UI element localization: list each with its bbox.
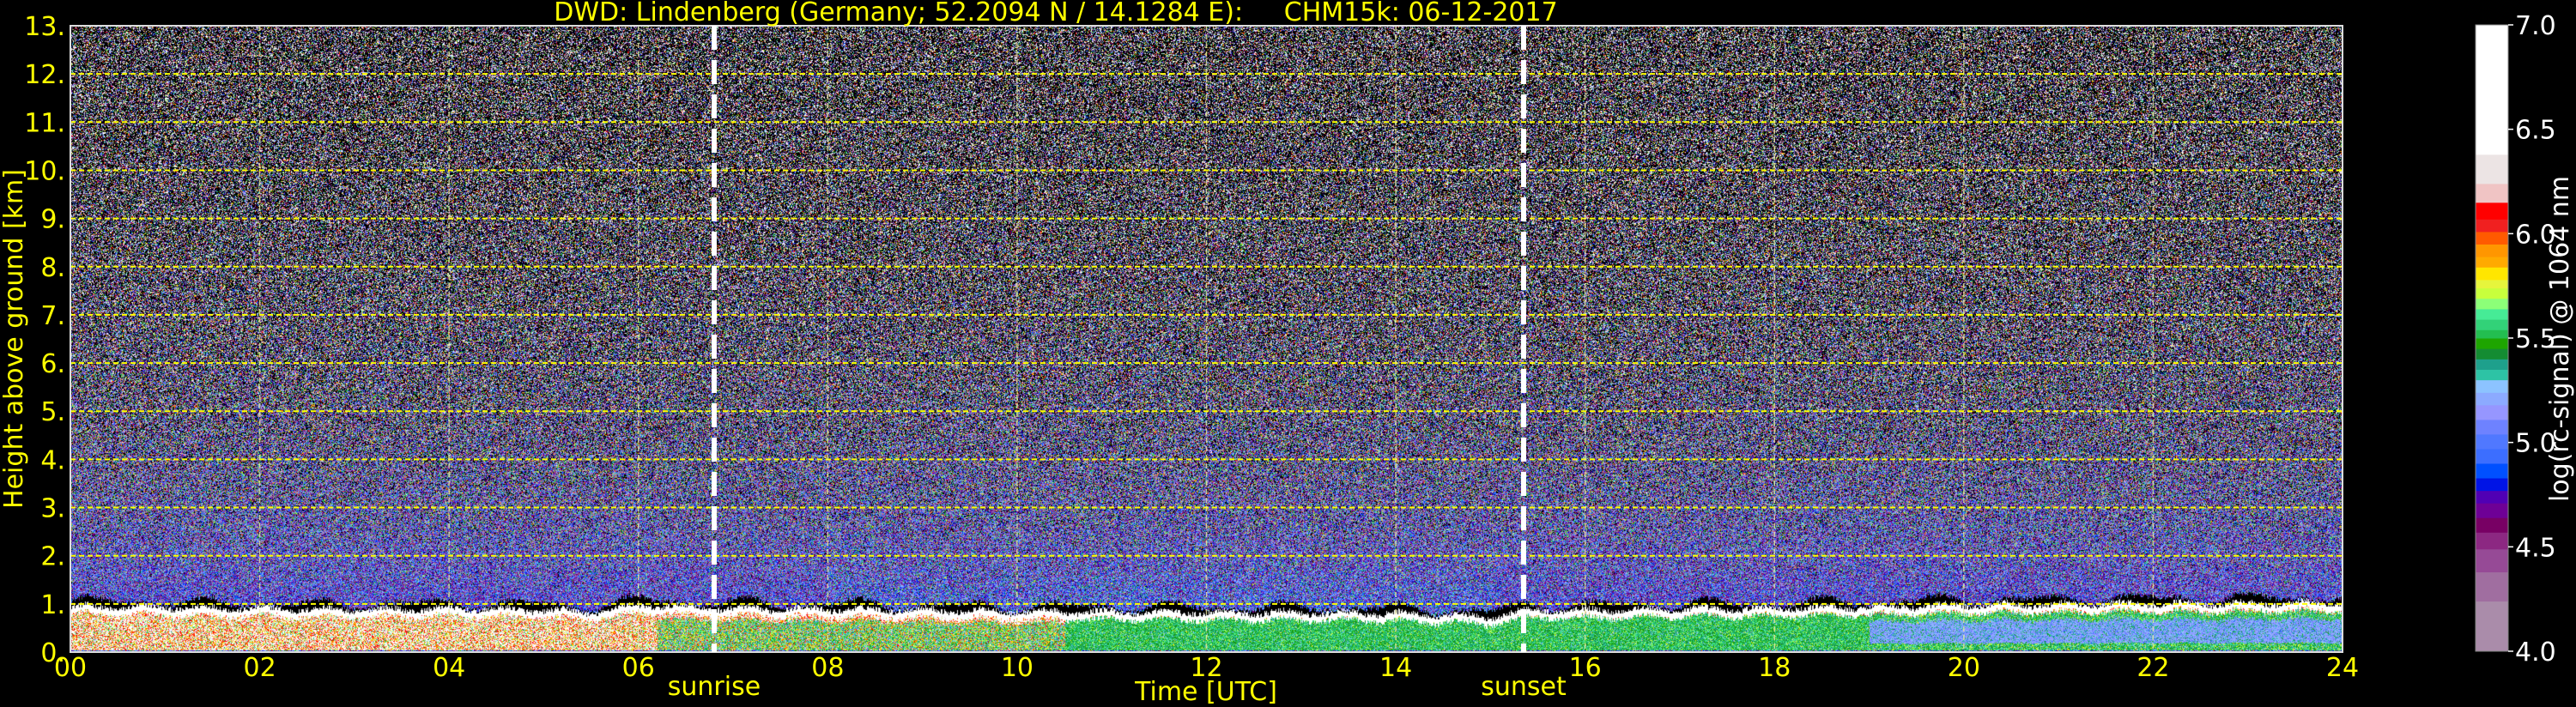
- x-tick-label: 10: [1001, 653, 1033, 683]
- colorbar-tick-label: 7.0: [2515, 11, 2556, 41]
- x-tick-label: 08: [811, 653, 844, 683]
- colorbar-bin: [2476, 448, 2508, 464]
- y-tick-label: 8.: [40, 253, 65, 283]
- x-tick-label: 22: [2137, 653, 2169, 683]
- colorbar-bin: [2476, 287, 2508, 299]
- colorbar-bin: [2476, 419, 2508, 435]
- colorbar-bin: [2476, 25, 2508, 155]
- y-tick-label: 9.: [40, 205, 65, 235]
- colorbar-bin: [2476, 463, 2508, 479]
- colorbar-bin: [2476, 202, 2508, 220]
- y-tick-label: 7.: [40, 301, 65, 331]
- y-tick-label: 0.: [40, 638, 65, 668]
- chart-overlay: sunrise sunset 00 02 04 06 08 10 12 14 16 18 20 22 24…: [0, 0, 2575, 707]
- y-tick-label: 5.: [40, 397, 65, 427]
- grid-lines: [70, 26, 2343, 652]
- y-tick-label: 10.: [24, 156, 65, 186]
- x-tick-label: 24: [2326, 653, 2359, 683]
- y-tick-label: 1.: [40, 590, 65, 620]
- colorbar-bin: [2476, 154, 2508, 184]
- colorbar-bin: [2476, 517, 2508, 533]
- x-tick-label: 16: [1569, 653, 1602, 683]
- y-axis-ticks: 0. 1. 2. 3. 4. 5. 6. 7. 8. 9. 10. 11. 12. 13.: [24, 12, 65, 668]
- colorbar-tick-label: 4.5: [2515, 533, 2556, 563]
- x-tick-label: 14: [1379, 653, 1412, 683]
- sunrise-label: sunrise: [668, 672, 761, 702]
- y-tick-label: 6.: [40, 349, 65, 379]
- colorbar-bin: [2476, 490, 2508, 504]
- colorbar-bin: [2476, 379, 2508, 393]
- colorbar-bin: [2476, 319, 2508, 330]
- colorbar-bin: [2476, 231, 2508, 245]
- colorbar-bin: [2476, 219, 2508, 233]
- colorbar-bin: [2476, 348, 2508, 360]
- colorbar-label: log(rc-signal) @ 1064 nm: [2545, 176, 2575, 502]
- y-tick-label: 3.: [40, 494, 65, 524]
- colorbar-bin: [2476, 532, 2508, 550]
- colorbar-tick-label: 6.5: [2515, 116, 2556, 146]
- colorbar-bin: [2476, 392, 2508, 406]
- colorbar-bin: [2476, 571, 2508, 602]
- x-tick-label: 02: [243, 653, 276, 683]
- colorbar-tick-label: 4.0: [2515, 638, 2556, 668]
- x-axis-label: Time [UTC]: [1134, 677, 1277, 707]
- colorbar-bin: [2476, 257, 2508, 268]
- colorbar-bin: [2476, 183, 2508, 203]
- colorbar-bin: [2476, 338, 2508, 349]
- colorbar-bin: [2476, 601, 2508, 652]
- y-tick-label: 12.: [24, 60, 65, 90]
- colorbar-bin: [2476, 359, 2508, 370]
- colorbar: [2475, 24, 2509, 652]
- colorbar-bin: [2476, 308, 2508, 320]
- colorbar-bin: [2476, 478, 2508, 492]
- colorbar-bin: [2476, 244, 2508, 257]
- sunset-label: sunset: [1481, 672, 1567, 702]
- x-tick-label: 06: [622, 653, 655, 683]
- y-tick-label: 11.: [24, 108, 65, 138]
- y-tick-label: 2.: [40, 542, 65, 572]
- colorbar-bin: [2476, 503, 2508, 518]
- colorbar-bin: [2476, 329, 2508, 339]
- colorbar-bin: [2476, 404, 2508, 420]
- y-axis-label: Height above ground [km]: [0, 169, 29, 509]
- colorbar-bin: [2476, 433, 2508, 450]
- y-tick-label: 4.: [40, 445, 65, 475]
- colorbar-bin: [2476, 298, 2508, 310]
- colorbar-bin: [2476, 279, 2508, 289]
- x-tick-label: 04: [433, 653, 465, 683]
- colorbar-bin: [2476, 369, 2508, 381]
- colorbar-bin: [2476, 267, 2508, 281]
- y-tick-label: 13.: [24, 12, 65, 42]
- x-tick-label: 20: [1948, 653, 1980, 683]
- colorbar-bin: [2476, 548, 2508, 573]
- chart-title: DWD: Lindenberg (Germany; 52.2094 N / 14…: [554, 0, 1557, 27]
- x-tick-label: 18: [1758, 653, 1791, 683]
